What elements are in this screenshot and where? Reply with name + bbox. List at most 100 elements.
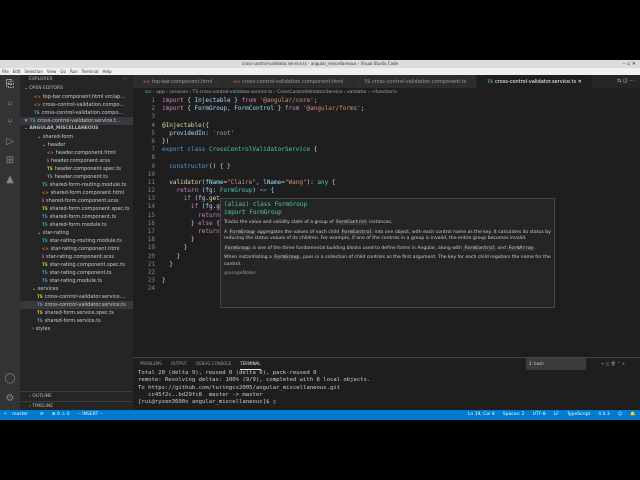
menu-item[interactable]: Help (103, 69, 112, 74)
open-editor-item[interactable]: ✕ TS cross-control-validator.service.t... (20, 117, 133, 125)
file-item[interactable]: TS shared-form-routing.module.ts (20, 181, 133, 189)
file-item[interactable]: TS shared-form.component.ts (20, 213, 133, 221)
terminal-output[interactable]: Total 20 (delta 9), reused 0 (delta 0), … (133, 370, 640, 406)
menu-item[interactable]: Edit (13, 69, 21, 74)
encoding[interactable]: UTF-8 (533, 410, 546, 420)
editor-tab[interactable]: TS cross-control-validation.component.ts (354, 75, 478, 88)
menu-item[interactable]: View (47, 69, 57, 74)
file-item[interactable]: TS shared-form.service.ts (20, 317, 133, 325)
file-item[interactable]: § star-rating.component.scss (20, 253, 133, 261)
hover-text: FormGroup (228, 229, 256, 235)
gear-icon[interactable]: ⚙ (0, 389, 20, 408)
tab-label: cross-control-validator.service.ts (494, 79, 577, 85)
feedback-icon[interactable]: ☺ (618, 410, 623, 420)
editor-tab[interactable]: <> cross-control-validation.component.htm… (223, 75, 355, 88)
panel-tab-terminal[interactable]: TERMINAL (240, 358, 261, 370)
project-header[interactable]: ⌄ ANGULAR_MISCELLANEOUS (20, 125, 133, 133)
file-item[interactable]: TS star-rating-routing.module.ts (20, 237, 133, 245)
file-item[interactable]: TS header.component.ts (20, 173, 133, 181)
terminal-actions[interactable]: + ◫ 🗑 ^ ✕ (601, 358, 625, 370)
problems-indicator[interactable]: ⊗ 0 ⚠ 0 (52, 410, 70, 420)
close-icon[interactable]: ✕ (576, 79, 582, 85)
timeline-label: TIMELINE (32, 404, 54, 409)
code-token: else (198, 219, 213, 227)
panel-tab-debug-console[interactable]: DEBUG CONSOLE (196, 358, 231, 370)
indentation[interactable]: Spaces: 2 (503, 410, 525, 420)
html-file-icon: <> (143, 79, 150, 84)
folder-item[interactable]: › styles (20, 325, 133, 333)
menu-item[interactable]: Terminal (82, 69, 99, 74)
azure-icon[interactable]: ▲ (0, 170, 20, 189)
file-item[interactable]: TS cross-control-validator.service.ts (20, 301, 133, 309)
folder-item[interactable]: ⌄ shared-form (20, 133, 133, 141)
search-icon[interactable]: ⌕ (0, 94, 20, 113)
panel-tab-problems[interactable]: PROBLEMS (140, 358, 162, 370)
html-file-icon: <> (34, 94, 41, 99)
folder-item[interactable]: ⌄ star-rating (20, 229, 133, 237)
open-editor-item[interactable]: <> top-bar.component.html src/ap... (20, 93, 133, 101)
line-number: 17 (147, 228, 155, 235)
menu-item[interactable]: Go (60, 69, 66, 74)
more-actions-button[interactable]: ··· (123, 75, 127, 85)
close-icon[interactable]: ✕ (24, 118, 30, 124)
timeline-section[interactable]: › TIMELINE (20, 401, 133, 410)
branch-indicator[interactable]: ⑂ master (4, 410, 32, 420)
window-controls[interactable]: – ▫ ✕ (623, 60, 636, 68)
cursor-position[interactable]: Ln 19, Col 8 (468, 410, 495, 420)
file-item[interactable]: TS star-rating.component.ts (20, 269, 133, 277)
file-item[interactable]: TS star-rating.module.ts (20, 277, 133, 285)
account-icon[interactable]: ◯ (0, 369, 20, 388)
line-number: 5 (151, 129, 155, 137)
outline-section[interactable]: › OUTLINE (20, 391, 133, 401)
open-editor-item[interactable]: TS cross-control-validation.compo... (20, 109, 133, 117)
hover-import: import FormGroup (224, 209, 282, 216)
source-control-icon[interactable]: ⑂ (0, 113, 20, 132)
language-mode[interactable]: TypeScript (567, 410, 590, 420)
menu-item[interactable]: Selection (24, 69, 42, 74)
code-line: 4 @Injectable({ (133, 122, 640, 130)
line-number: 24 (147, 285, 155, 293)
explorer-icon[interactable]: ⎘ (0, 75, 20, 94)
eol[interactable]: LF (554, 410, 559, 420)
file-item[interactable]: TS shared-form.component.spec.ts (20, 205, 133, 213)
ts-file-icon: TS (42, 214, 48, 219)
code-token: { (183, 105, 195, 113)
terminal-line: [rui@ryzen3600x angular_miscellaneous]$ … (138, 399, 277, 406)
code-line: 7 export class CrossControlValidatorServi… (133, 146, 640, 154)
folder-item[interactable]: ⌄ services (20, 285, 133, 293)
editor-tab[interactable]: TS cross-control-validator.service.ts ✕ (477, 75, 593, 88)
open-editor-item[interactable]: <> cross-control-validation.compo... (20, 101, 133, 109)
file-item[interactable]: TS shared-form.module.ts (20, 221, 133, 229)
menu-item[interactable]: Run (70, 69, 78, 74)
breadcrumb[interactable]: src › app › services › TS cross-control-… (133, 88, 640, 97)
ts-version[interactable]: 4.0.3 (598, 410, 609, 420)
file-item[interactable]: TS cross-control-validator.service.... (20, 293, 133, 301)
menu-item[interactable]: File (2, 69, 9, 74)
folder-item[interactable]: ⌄ header (20, 141, 133, 149)
panel-tab-output[interactable]: OUTPUT (171, 358, 187, 370)
tab-label: top-bar.component.html (151, 79, 213, 85)
open-editors-header[interactable]: ⌄ OPEN EDITORS (20, 85, 133, 93)
ts-file-icon: TS (42, 222, 48, 227)
editor-tab[interactable]: <> top-bar.component.html (133, 75, 224, 88)
file-item[interactable]: <> star-rating.component.html (20, 245, 133, 253)
sync-icon[interactable]: ⟳ (40, 410, 44, 420)
notifications-icon[interactable]: 🔔 (630, 410, 636, 420)
file-item[interactable]: § header.component.scss (20, 157, 133, 165)
run-debug-icon[interactable]: ▷ (0, 132, 20, 151)
vim-mode: -- INSERT -- (77, 412, 103, 417)
line-number: 16 (147, 219, 155, 227)
tree-item-label: header.component.ts (54, 174, 108, 180)
file-item[interactable]: TS shared-form.service.spec.ts (20, 309, 133, 317)
editor-actions[interactable]: ⇆ ◫ ··· (617, 75, 640, 88)
extensions-icon[interactable]: ⊞ (0, 151, 20, 170)
file-item[interactable]: <> shared-form.component.html (20, 189, 133, 197)
code-token: '@angular/forms' (299, 105, 361, 113)
file-item[interactable]: TS header.component.spec.ts (20, 165, 133, 173)
file-item[interactable]: TS star-rating.component.spec.ts (20, 261, 133, 269)
file-item[interactable]: § shared-form.component.scss (20, 197, 133, 205)
code-token: } (274, 105, 285, 113)
open-editor-label: top-bar.component.html src/ap... (42, 94, 125, 100)
terminal-select[interactable]: 2: bash (526, 358, 586, 370)
file-item[interactable]: <> header.component.html (20, 149, 133, 157)
